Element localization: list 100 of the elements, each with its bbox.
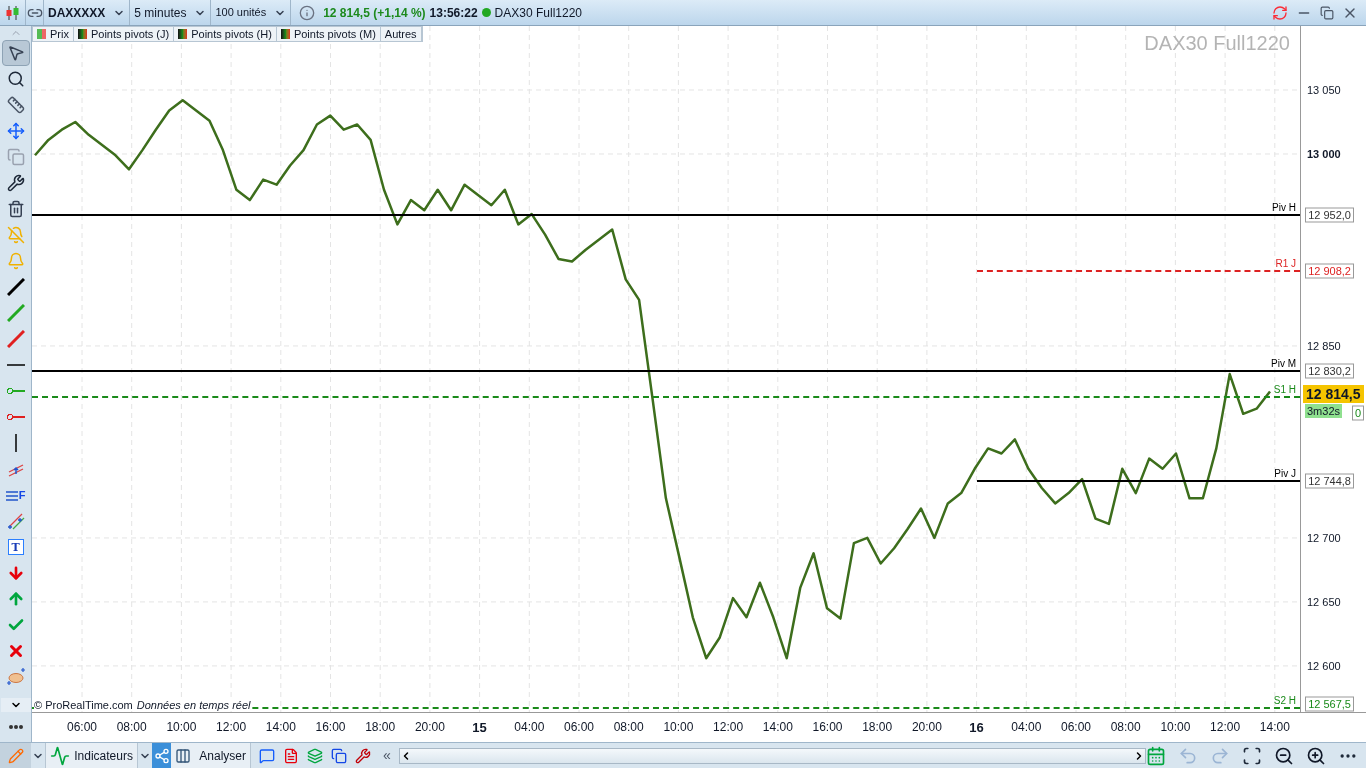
link-button[interactable] xyxy=(26,0,44,25)
price-tick-label: 12 600 xyxy=(1307,660,1341,672)
price-tick-label: 13 050 xyxy=(1307,84,1341,96)
pivot-label: S1 H xyxy=(1273,385,1296,396)
time-tick-label: 20:00 xyxy=(911,721,942,733)
pivot-label: S2 H xyxy=(1273,695,1296,706)
pivot-swatch xyxy=(178,29,188,39)
time-tick-label: 18:00 xyxy=(365,721,396,733)
pointer-icon xyxy=(6,44,25,62)
legend-tab[interactable]: Points pivots (H) xyxy=(174,27,277,41)
time-tick-label: 06:00 xyxy=(67,721,97,733)
time-tick-label: 14:00 xyxy=(762,721,793,733)
time-tick-label: 10:00 xyxy=(1160,721,1191,733)
scroll-down-button[interactable] xyxy=(0,698,31,712)
watermark-text: DAX30 Full1220 xyxy=(1144,31,1290,56)
horizontal-line-icon xyxy=(6,364,25,366)
ellipsis-icon xyxy=(8,725,23,729)
time-tick-label: 12:00 xyxy=(713,721,744,733)
feed-name: DAX30 Full1220 xyxy=(494,4,582,22)
time-tick-label: 08:00 xyxy=(116,721,147,733)
time-tick-label: 14:00 xyxy=(265,721,296,733)
time-tick-label: 15 xyxy=(472,721,487,734)
tool-button[interactable]: T xyxy=(1,534,30,560)
clock-time: 13:56:22 xyxy=(429,4,478,22)
level-tag: 12 908,2 xyxy=(1305,263,1354,279)
share-button[interactable] xyxy=(151,743,172,768)
tool-button[interactable] xyxy=(1,40,30,66)
time-tick-label: 20:00 xyxy=(414,721,445,733)
share-icon xyxy=(153,747,170,764)
time-tick-label: 16:00 xyxy=(315,721,346,733)
time-tick-label: 10:00 xyxy=(166,721,197,733)
time-tick-label: 08:00 xyxy=(613,721,644,733)
wrench-icon xyxy=(6,174,25,192)
time-tick-label: 04:00 xyxy=(514,721,545,733)
time-tick-label: 12:00 xyxy=(1210,721,1241,733)
info-icon[interactable] xyxy=(299,4,316,21)
pivot-swatch xyxy=(280,29,290,39)
bell-off-icon xyxy=(6,226,25,244)
time-tick-label: 06:00 xyxy=(1061,721,1091,733)
period-dropdown[interactable]: 5 minutes xyxy=(130,0,212,25)
time-tick-label: 12:00 xyxy=(216,721,247,733)
symbol-dropdown[interactable]: DAXXXXX xyxy=(44,0,131,25)
pivot-swatch xyxy=(77,29,87,39)
move-icon xyxy=(6,122,25,140)
current-price-tag: 12 814,5 xyxy=(1303,385,1364,404)
document-icon[interactable] xyxy=(283,747,300,764)
wrench-icon[interactable] xyxy=(355,747,372,764)
units-dropdown[interactable]: 100 unités xyxy=(211,0,292,25)
candlestick-icon xyxy=(4,4,21,21)
legend-tab[interactable]: Points pivots (J) xyxy=(73,27,175,41)
pivot-label: Piv J xyxy=(1274,468,1296,479)
indicator-chart-icon xyxy=(50,745,71,766)
chat-icon[interactable] xyxy=(259,747,276,764)
zoom-out-icon[interactable] xyxy=(1274,745,1294,766)
price-tick-label: 12 850 xyxy=(1307,340,1341,352)
level-tag: 12 830,2 xyxy=(1305,363,1354,379)
fibonacci-tool-label: F xyxy=(5,489,26,501)
restore-icon[interactable] xyxy=(1320,5,1334,20)
time-tick-label: 16 xyxy=(969,721,984,734)
level-tag: 12 952,0 xyxy=(1305,207,1354,223)
bell-icon xyxy=(6,252,25,270)
pivot-label: Piv H xyxy=(1272,203,1296,214)
time-tick-label: 16:00 xyxy=(812,721,843,733)
data-note: Données en temps réel xyxy=(136,700,251,711)
level-tag: 12 744,8 xyxy=(1305,473,1354,489)
copy-icon xyxy=(6,148,25,166)
time-tick-label: 08:00 xyxy=(1110,721,1141,733)
time-tick-label: 06:00 xyxy=(564,721,594,733)
time-tick-label: 14:00 xyxy=(1259,721,1290,733)
text-tool-label: T xyxy=(7,539,24,555)
time-tick-label: 10:00 xyxy=(663,721,694,733)
indicators-button[interactable]: Indicateurs xyxy=(45,743,138,768)
ruler-icon xyxy=(6,96,25,114)
magnifier-icon xyxy=(6,70,25,88)
level-tag: 12 567,5 xyxy=(1305,696,1354,712)
trash-icon xyxy=(6,200,25,218)
refresh-icon[interactable] xyxy=(1272,4,1288,21)
pivot-label: Piv M xyxy=(1271,359,1296,370)
tool-button[interactable]: F xyxy=(1,482,30,508)
legend-tab[interactable]: Points pivots (M) xyxy=(276,27,381,41)
parallel-lines-icon xyxy=(6,512,25,530)
scrollbar[interactable] xyxy=(398,747,1146,764)
pivot-label: R1 J xyxy=(1275,259,1296,270)
pencil-icon xyxy=(7,747,24,764)
zoom-in-icon[interactable] xyxy=(1306,745,1326,766)
time-tick-label: 18:00 xyxy=(862,721,893,733)
price-tick-label: 12 650 xyxy=(1307,596,1341,608)
time-tick-label: 04:00 xyxy=(1011,721,1042,733)
analyse-button[interactable]: Analyser xyxy=(171,743,252,768)
zoom-fit-icon[interactable] xyxy=(1242,745,1262,766)
windows-icon[interactable] xyxy=(331,747,348,764)
legend-tab[interactable]: Prix xyxy=(33,27,74,41)
price-change: 12 814,5 (+1,14 %) xyxy=(323,4,426,22)
vertical-line-icon xyxy=(14,434,17,452)
collapse-button[interactable]: « xyxy=(379,745,395,766)
price-tick-label: 13 000 xyxy=(1307,148,1341,160)
legend-tab[interactable]: Autres xyxy=(380,27,422,41)
layers-icon[interactable] xyxy=(307,747,324,764)
level-tag: 0 xyxy=(1351,405,1364,421)
ellipse-icon xyxy=(6,668,25,686)
